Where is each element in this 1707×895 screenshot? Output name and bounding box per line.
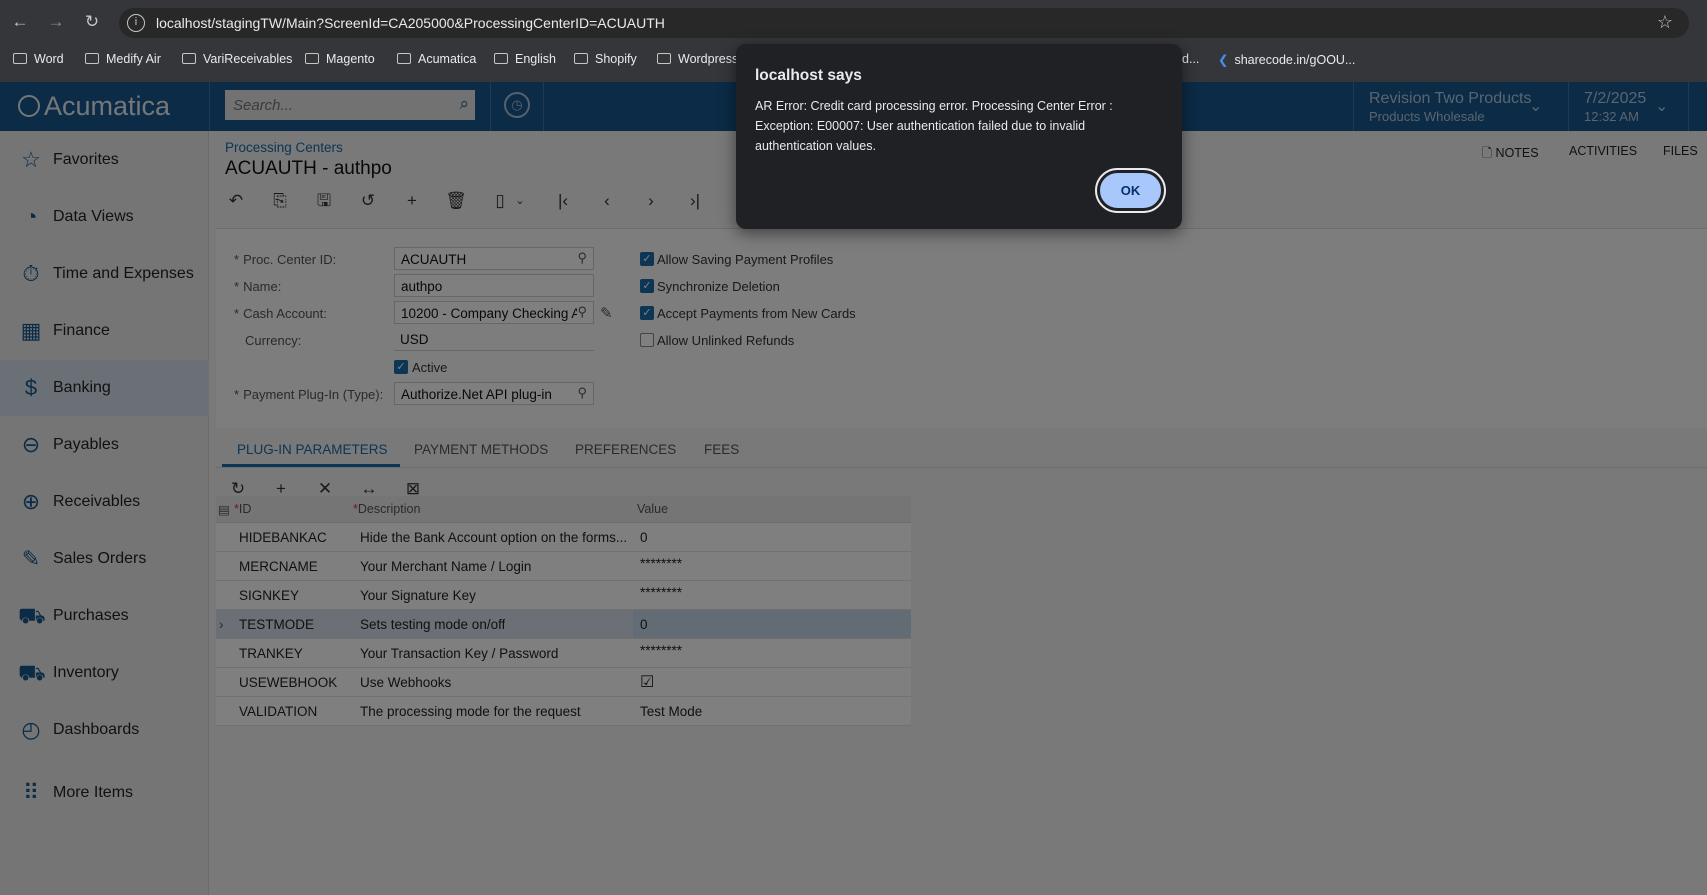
folder-icon [574, 53, 588, 64]
bookmark-acumatica[interactable]: Acumatica [397, 52, 476, 66]
bookmark-sharecode[interactable]: ❮ sharecode.in/gOOU... [1218, 52, 1355, 67]
alert-dialog: localhost says AR Error: Credit card pro… [736, 44, 1182, 229]
ok-button[interactable]: OK [1095, 168, 1166, 213]
dialog-title: localhost says [755, 67, 862, 84]
folder-icon [494, 53, 508, 64]
bookmark-english[interactable]: English [494, 52, 556, 66]
bookmark-label: Acumatica [418, 52, 477, 66]
share-icon: ❮ [1218, 53, 1229, 67]
address-bar[interactable]: i localhost/stagingTW/Main?ScreenId=CA20… [119, 8, 1689, 38]
bookmark-shopify[interactable]: Shopify [574, 52, 637, 66]
bookmark-magento[interactable]: Magento [305, 52, 375, 66]
bookmark-label: Shopify [595, 52, 637, 66]
dialog-message: AR Error: Credit card processing error. … [755, 99, 1113, 153]
back-icon[interactable]: ← [8, 10, 32, 34]
bookmark-label: Word [34, 52, 64, 66]
bookmark-truncated[interactable]: d... [1182, 52, 1199, 66]
url-text[interactable]: localhost/stagingTW/Main?ScreenId=CA2050… [156, 15, 665, 31]
forward-icon[interactable]: → [44, 10, 68, 34]
bookmark-varireceivables[interactable]: VariReceivables [182, 52, 292, 66]
bookmark-word[interactable]: Word [13, 52, 64, 66]
folder-icon [657, 53, 671, 64]
bookmark-label: Magento [326, 52, 375, 66]
folder-icon [397, 53, 411, 64]
folder-icon [13, 53, 27, 64]
bookmark-medify[interactable]: Medify Air [85, 52, 161, 66]
bookmark-star-icon[interactable]: ☆ [1657, 12, 1673, 33]
reload-icon[interactable]: ↻ [80, 10, 104, 34]
bookmark-label: Medify Air [106, 52, 161, 66]
folder-icon [305, 53, 319, 64]
bookmark-wordpress[interactable]: Wordpress [657, 52, 738, 66]
bookmark-label: Wordpress [678, 52, 739, 66]
bookmark-label: VariReceivables [203, 52, 293, 66]
bookmark-label: d... [1182, 52, 1200, 66]
bookmark-label: sharecode.in/gOOU... [1234, 53, 1356, 67]
folder-icon [85, 53, 99, 64]
site-info-icon[interactable]: i [127, 14, 145, 32]
bookmark-label: English [515, 52, 556, 66]
folder-icon [182, 53, 196, 64]
